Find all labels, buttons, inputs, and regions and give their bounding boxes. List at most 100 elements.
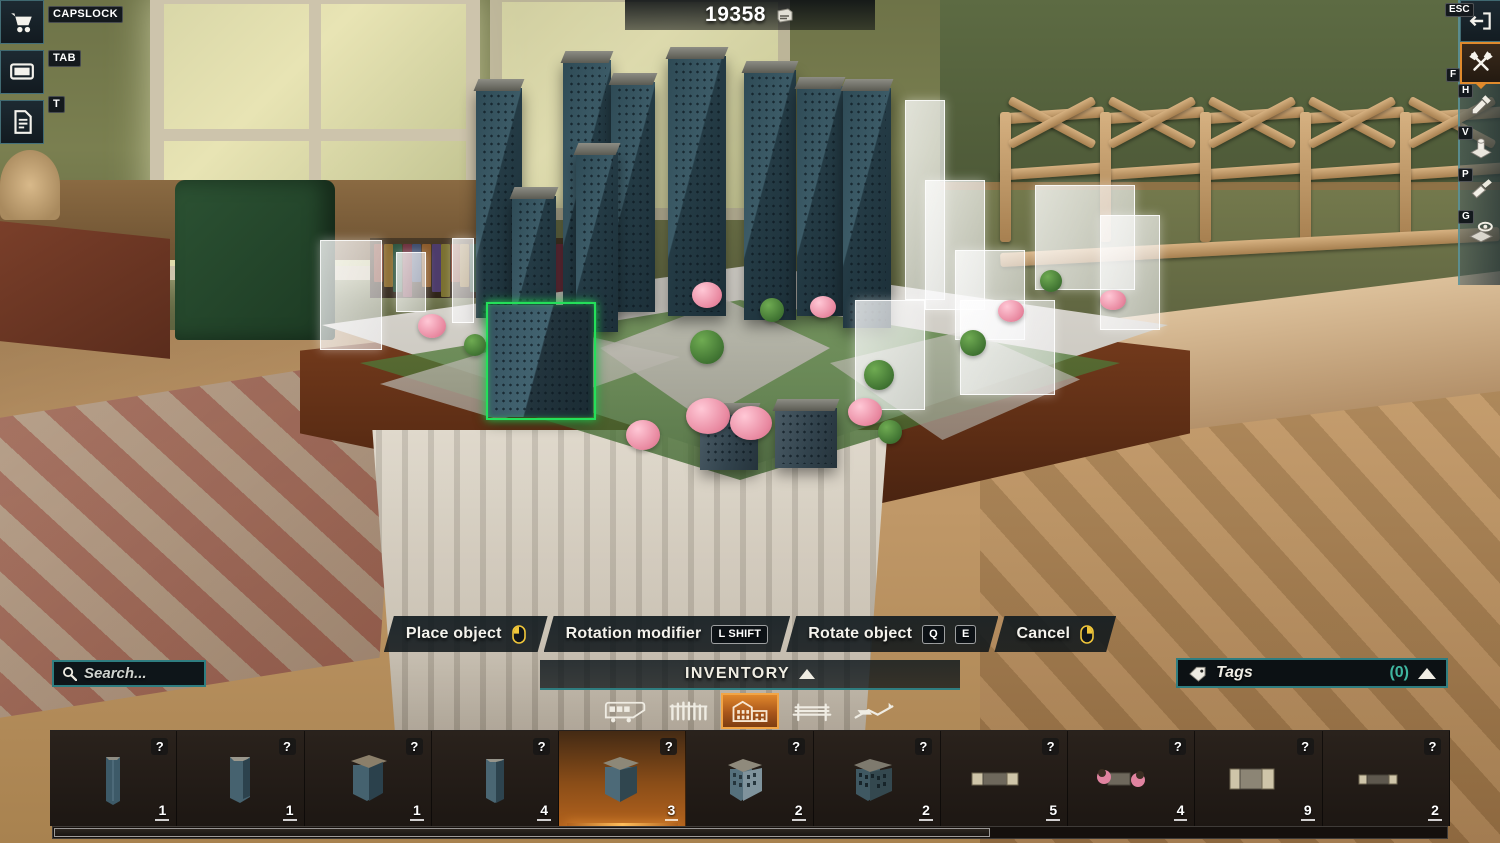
tree <box>1040 270 1062 292</box>
object-stamp-button[interactable]: V <box>1458 126 1500 168</box>
scrollbar-thumb[interactable] <box>54 828 990 837</box>
slot-thumbnail <box>177 745 303 810</box>
placement-ghost <box>320 240 382 350</box>
slot-quantity: 2 <box>791 803 806 821</box>
search-input[interactable]: Search... <box>52 660 206 687</box>
hint-place-object[interactable]: Place object <box>384 616 548 652</box>
inventory-slot[interactable]: ? 4 <box>1068 731 1196 826</box>
keycap-h: H <box>1458 84 1474 98</box>
inventory-slot[interactable]: ? 1 <box>50 731 178 826</box>
triangle-up-icon[interactable] <box>799 669 816 679</box>
placement-ghost <box>855 300 925 410</box>
slot-quantity: 4 <box>1173 803 1188 821</box>
inventory-header[interactable]: INVENTORY <box>540 660 960 690</box>
blossom-tree <box>418 314 446 338</box>
inventory-slot[interactable]: ? 2 <box>813 731 941 826</box>
exit-button[interactable]: ESC <box>1445 0 1500 42</box>
tree <box>464 334 486 356</box>
tags-panel[interactable]: Tags (0) <box>1176 658 1448 688</box>
blossom-tree <box>1100 290 1126 310</box>
inventory-slot[interactable]: ? 9 <box>1195 731 1323 826</box>
screen-button[interactable] <box>0 50 44 94</box>
hint-label: Rotate object <box>808 625 913 642</box>
hint-label: Cancel <box>1016 625 1071 642</box>
placement-ghost <box>1100 215 1160 330</box>
build-tools-button[interactable]: F <box>1446 42 1500 89</box>
category-tabs[interactable] <box>540 692 960 730</box>
table-lamp <box>0 150 60 220</box>
slot-thumbnail <box>686 745 812 810</box>
inventory-slot[interactable]: ? 4 <box>431 731 560 826</box>
slot-quantity: 2 <box>1428 803 1442 821</box>
inventory-title: INVENTORY <box>684 665 791 682</box>
slot-quantity: 1 <box>410 803 424 821</box>
hint-cancel[interactable]: Cancel <box>994 616 1116 652</box>
mouse-right-click-icon <box>1080 625 1094 644</box>
category-tab-fences[interactable] <box>659 693 717 729</box>
inventory-slot[interactable]: ? 3 <box>559 731 687 826</box>
shopping-cart-icon <box>11 13 32 33</box>
category-tab-vehicles[interactable] <box>597 693 655 729</box>
keycap-e: E <box>955 625 977 644</box>
triangle-up-icon[interactable] <box>1418 667 1436 679</box>
placement-ghost <box>452 238 474 323</box>
right-toolbar[interactable]: ESC F H V P G <box>1445 0 1500 285</box>
city-building <box>772 399 840 468</box>
slot-quantity: 1 <box>155 803 170 821</box>
building-roof <box>473 79 525 91</box>
tree <box>760 298 784 322</box>
notes-button[interactable] <box>0 100 44 144</box>
inventory-slot[interactable]: ? 2 <box>686 731 814 826</box>
hint-rotate-object[interactable]: Rotate object Q E <box>786 616 998 652</box>
building-roof <box>794 77 846 89</box>
mouse-left-click-icon <box>512 625 526 644</box>
picker-button[interactable]: H <box>1458 84 1500 126</box>
inventory-slot[interactable]: ? 5 <box>940 731 1069 826</box>
slot-quantity: 4 <box>537 803 552 821</box>
slot-thumbnail <box>941 745 1067 810</box>
slot-quantity: 9 <box>1300 803 1315 821</box>
keycap-esc: ESC <box>1445 3 1474 17</box>
blossom-tree <box>686 398 730 434</box>
shopping-cart-button[interactable] <box>0 0 44 44</box>
blossom-tree <box>998 300 1024 322</box>
inventory-slot[interactable]: ? 1 <box>177 731 305 826</box>
inventory-slot[interactable]: ? 2 <box>1322 731 1450 826</box>
bench-icon <box>792 703 832 722</box>
building-roof <box>840 79 894 91</box>
tag-icon <box>1189 666 1206 682</box>
keycap-v: V <box>1458 126 1473 140</box>
blossom-tree <box>848 398 882 426</box>
placement-ghost <box>396 252 426 312</box>
tags-label: Tags <box>1216 664 1253 681</box>
category-tab-furniture[interactable] <box>783 693 841 729</box>
slot-quantity: 3 <box>664 803 679 821</box>
category-tab-buildings[interactable] <box>721 693 779 729</box>
hint-rotation-modifier[interactable]: Rotation modifier L SHIFT <box>544 616 791 652</box>
category-tab-terrain[interactable] <box>845 693 903 729</box>
tree <box>690 330 724 364</box>
inventory-slots[interactable]: ? 1? 1? 1? 4? 3? 2? 2? 5? 4? 9? 2 <box>50 730 1450 826</box>
city-building <box>840 79 894 328</box>
city-building <box>794 77 846 316</box>
grid-visibility-button[interactable]: G <box>1458 210 1500 252</box>
armchair <box>175 180 335 340</box>
keycap-t: T <box>48 96 66 113</box>
slot-thumbnail <box>814 745 940 810</box>
road-tile <box>486 300 596 420</box>
blossom-tree <box>730 406 772 440</box>
inventory-scrollbar[interactable] <box>52 826 1448 839</box>
keycap-p: P <box>1458 168 1473 182</box>
side-table <box>0 221 170 359</box>
search-placeholder: Search... <box>84 665 147 682</box>
keycap-capslock: CAPSLOCK <box>48 6 123 23</box>
slot-quantity: 2 <box>919 803 933 821</box>
currency-display: 19358 <box>625 0 875 30</box>
paint-button[interactable]: P <box>1458 168 1500 210</box>
money-roll-icon <box>777 8 793 23</box>
keycap-f: F <box>1446 68 1461 82</box>
left-toolbar[interactable]: CAPSLOCK TAB T <box>0 0 123 150</box>
inventory-slot[interactable]: ? 1 <box>304 731 432 826</box>
hint-label: Rotation modifier <box>565 625 702 642</box>
building-roof <box>665 47 729 59</box>
